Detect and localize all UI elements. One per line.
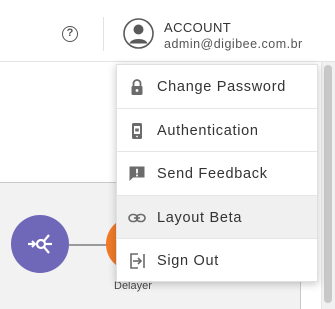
account-dropdown-menu: Change Password Authentication Send Feed…	[116, 64, 318, 282]
menu-item-sign-out[interactable]: Sign Out	[117, 239, 317, 283]
feedback-icon	[129, 166, 145, 182]
help-circle-icon[interactable]: ?	[62, 26, 78, 42]
menu-item-change-password[interactable]: Change Password	[117, 65, 317, 109]
link-icon	[128, 213, 146, 223]
phone-icon	[132, 122, 142, 139]
account-title: ACCOUNT	[164, 20, 232, 35]
menu-item-label: Authentication	[157, 122, 259, 139]
topbar-divider	[103, 17, 104, 51]
account-button[interactable]: ACCOUNT admin@digibee.com.br	[123, 16, 328, 52]
trigger-node[interactable]	[11, 215, 69, 273]
trigger-icon	[28, 234, 52, 254]
menu-item-label: Send Feedback	[157, 166, 268, 183]
user-avatar-icon	[123, 18, 154, 49]
account-email: admin@digibee.com.br	[164, 37, 303, 51]
menu-item-send-feedback[interactable]: Send Feedback	[117, 152, 317, 196]
sign-out-icon	[130, 253, 145, 270]
menu-item-layout-beta[interactable]: Layout Beta	[117, 195, 317, 240]
menu-item-label: Layout Beta	[157, 209, 243, 226]
menu-item-label: Sign Out	[157, 253, 220, 270]
scrollbar-thumb[interactable]	[324, 65, 332, 303]
flow-connector	[69, 244, 111, 246]
lock-icon	[131, 79, 143, 95]
top-bar: ? ACCOUNT admin@digibee.com.br	[0, 0, 335, 62]
menu-item-label: Change Password	[157, 79, 286, 95]
menu-item-authentication[interactable]: Authentication	[117, 109, 317, 153]
